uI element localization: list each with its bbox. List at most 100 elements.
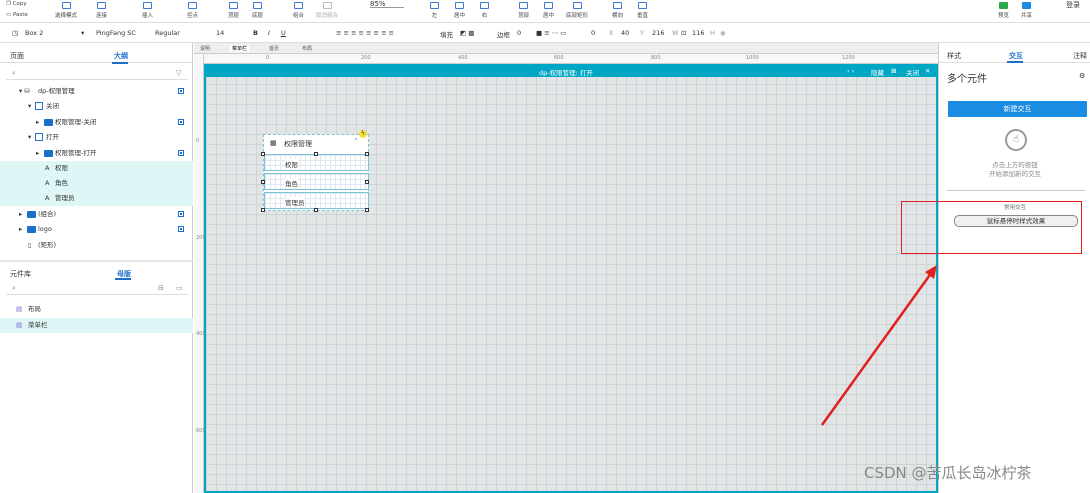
resize-handle[interactable] xyxy=(365,180,369,184)
tab-pages[interactable]: 页面 xyxy=(10,51,24,61)
border-width-input[interactable]: 0 xyxy=(517,29,521,37)
folder-icon xyxy=(27,211,36,218)
align-right-button[interactable]: 右 xyxy=(480,0,489,19)
width-input[interactable]: 216 xyxy=(652,29,664,37)
bold-icon[interactable]: B xyxy=(253,29,258,37)
eye-icon[interactable]: ◉ xyxy=(720,29,726,37)
checkbox-icon[interactable] xyxy=(178,226,184,232)
points-button[interactable]: 控点 xyxy=(187,0,198,19)
font-family-select[interactable]: PingFang SC xyxy=(96,29,136,37)
tab-page[interactable]: 布局 xyxy=(302,45,312,52)
group-button[interactable]: 组合 xyxy=(293,0,304,19)
tab-underline xyxy=(1007,61,1023,63)
tab-page[interactable]: 说明 xyxy=(200,45,210,52)
menu-item[interactable]: 管理员 xyxy=(264,192,369,209)
checkbox-icon[interactable] xyxy=(178,211,184,217)
connect-button[interactable]: 连接 xyxy=(96,0,107,19)
y-input[interactable]: 40 xyxy=(621,29,629,37)
ungroup-button[interactable]: 取消组合 xyxy=(316,0,338,19)
resize-handle[interactable] xyxy=(261,152,265,156)
filter-icon[interactable]: ▽ xyxy=(176,69,181,77)
tree-item-logo[interactable]: ▸ logo xyxy=(0,222,193,237)
tab-page[interactable]: 首页 xyxy=(269,45,279,52)
insert-button[interactable]: 插入 xyxy=(142,0,153,19)
copy-button[interactable]: ❐ Copy xyxy=(6,1,27,7)
resize-handle[interactable] xyxy=(314,208,318,212)
align-bottom-button[interactable]: 底部矩形 xyxy=(566,0,588,19)
tab-page-active[interactable]: 菜单栏 xyxy=(230,45,250,52)
tab-notes[interactable]: 注释 xyxy=(1073,51,1087,61)
align-left-button[interactable]: 左 xyxy=(430,0,439,19)
tree-item-state-open[interactable]: ▾ 打开 xyxy=(0,130,193,145)
preview-button[interactable]: 预览 xyxy=(998,0,1009,19)
tab-interactions[interactable]: 交互 xyxy=(1009,51,1023,61)
checkbox-icon[interactable] xyxy=(178,119,184,125)
close-button[interactable]: 关闭 xyxy=(906,67,919,77)
font-style-select[interactable]: Regular xyxy=(155,29,180,37)
align-top-button[interactable]: 顶部 xyxy=(518,0,529,19)
underline-icon[interactable]: U xyxy=(281,29,286,37)
new-interaction-button[interactable]: 新建交互 xyxy=(948,101,1087,117)
menu-header[interactable]: ▦ 权限管理 ˆ xyxy=(264,135,369,152)
tree-item-master-close[interactable]: ▸ 权限管理-关闭 xyxy=(0,115,193,130)
hide-button[interactable]: 隐藏 xyxy=(871,67,884,77)
masters-search[interactable]: ⌕ ⊟ ▭ xyxy=(6,283,188,295)
nav-arrows-icon[interactable]: ‹ › xyxy=(847,67,854,75)
tree-item-perm[interactable]: A 权限 xyxy=(0,161,193,176)
send-bottom-button[interactable]: 底层 xyxy=(252,0,263,19)
add-master-icon[interactable]: ⊟ xyxy=(158,284,164,292)
menu-item[interactable]: 权限 xyxy=(264,154,369,171)
tree-item-state-close[interactable]: ▾ 关闭 xyxy=(0,99,193,114)
tree-item-admin[interactable]: A 管理员 xyxy=(0,191,193,206)
tree-item-role[interactable]: A 角色 xyxy=(0,176,193,191)
close-x-icon[interactable]: ⊠ xyxy=(891,67,896,75)
master-icon: ▤ xyxy=(16,321,23,329)
tree-item-rect[interactable]: ▯ (矩形) xyxy=(0,238,193,253)
resize-handle[interactable] xyxy=(261,208,265,212)
italic-icon[interactable]: I xyxy=(268,29,270,37)
master-item-layout[interactable]: ▤ 布局 xyxy=(0,302,193,317)
share-button[interactable]: 共享 xyxy=(1021,0,1032,19)
tab-library[interactable]: 元件库 xyxy=(10,269,31,279)
menu-item[interactable]: 角色 xyxy=(264,173,369,190)
lock-icon[interactable]: ⊡ xyxy=(681,29,686,37)
font-size-select[interactable]: 14 xyxy=(216,29,224,37)
tree-item-master-open[interactable]: ▸ 权限管理-打开 xyxy=(0,146,193,161)
menu-widget[interactable]: ▦ 权限管理 ˆ 权限 角色 管理员 xyxy=(263,134,369,211)
zoom-select[interactable]: 85% xyxy=(370,0,404,8)
resize-handle[interactable] xyxy=(365,152,369,156)
close-icon[interactable]: ✕ xyxy=(925,67,930,75)
widget-name[interactable]: Box 2 xyxy=(25,29,43,37)
tab-outline[interactable]: 大纲 xyxy=(114,51,128,61)
align-text-icons[interactable]: ≡ ≡ ≡ ≡ ≡ ≡ ≡ ≡ xyxy=(336,29,394,37)
resize-handle[interactable] xyxy=(261,180,265,184)
select-mode-button[interactable]: 选择模式 xyxy=(55,0,77,19)
x-input[interactable]: 0 xyxy=(591,29,595,37)
distribute-horizontal-button[interactable]: 横向 xyxy=(612,0,623,19)
outline-search[interactable]: ⌕ ▽ xyxy=(6,68,188,80)
distribute-vertical-button[interactable]: 垂直 xyxy=(637,0,648,19)
tab-underline xyxy=(115,278,131,280)
folder-add-icon[interactable]: ▭ xyxy=(176,284,183,292)
align-center-button[interactable]: 居中 xyxy=(454,0,465,19)
login-link[interactable]: 登录 xyxy=(1066,0,1080,10)
tab-style[interactable]: 样式 xyxy=(947,51,961,61)
fill-color-icon[interactable]: ◩ ▩ xyxy=(460,29,474,37)
lightning-icon[interactable]: ϟ xyxy=(359,130,367,138)
bring-top-button[interactable]: 顶层 xyxy=(228,0,239,19)
search-icon: ⌕ xyxy=(12,284,16,292)
left-panel: 页面 大纲 ⌕ ▽ ▾ ⛁ dp-权限管理 ▾ 关闭 ▸ 权限管理-关闭 ▾ 打开 ▸ 权… xyxy=(0,43,193,493)
state-title[interactable]: dp-权限管理: 打开 xyxy=(539,67,593,77)
tree-item-page[interactable]: ▾ ⛁ dp-权限管理 xyxy=(0,84,193,99)
resize-handle[interactable] xyxy=(314,152,318,156)
tree-item-group[interactable]: ▸ (组合) xyxy=(0,207,193,222)
paste-button[interactable]: ▭ Paste xyxy=(6,12,28,18)
master-item-menubar[interactable]: ▤ 菜单栏 xyxy=(0,318,193,333)
height-input[interactable]: 116 xyxy=(692,29,704,37)
border-style-icons[interactable]: ■ ≡ ⋯ ▭ xyxy=(536,29,566,37)
settings-icon[interactable]: ⚙ xyxy=(1079,72,1085,80)
align-middle-button[interactable]: 居中 xyxy=(543,0,554,19)
resize-handle[interactable] xyxy=(365,208,369,212)
checkbox-icon[interactable] xyxy=(178,150,184,156)
checkbox-icon[interactable] xyxy=(178,88,184,94)
